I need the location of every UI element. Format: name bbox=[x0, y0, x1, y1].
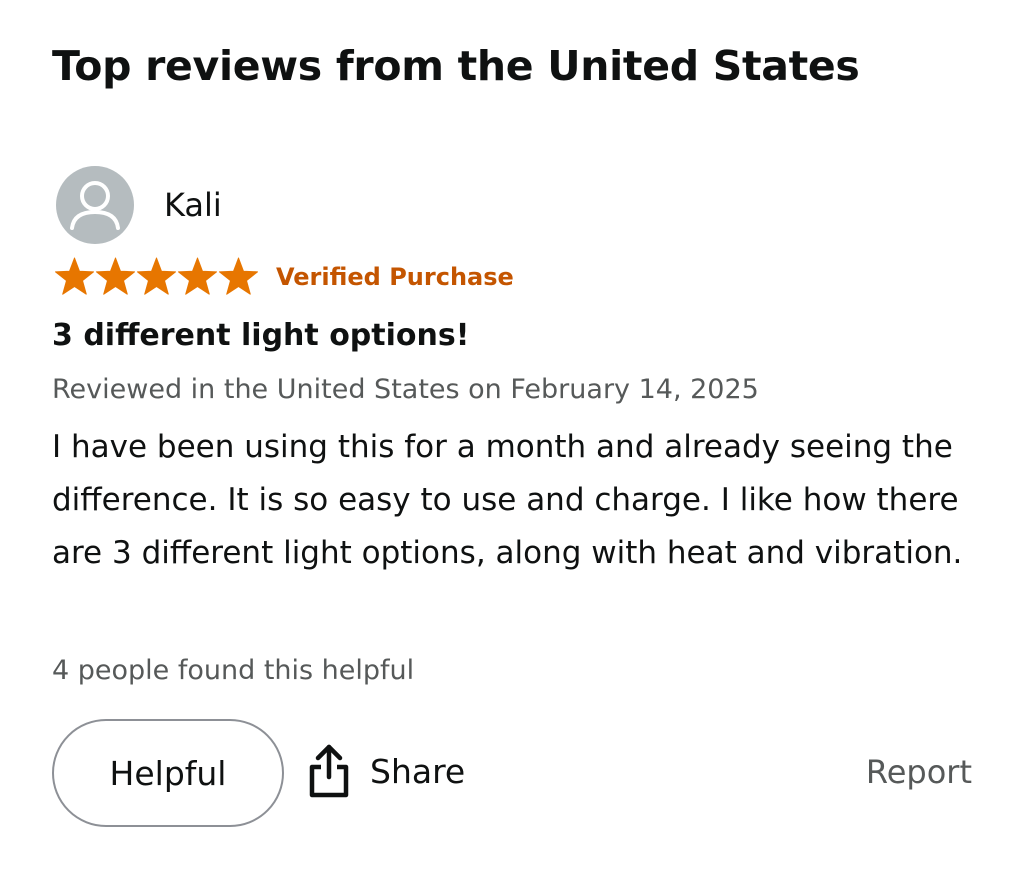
review-title[interactable]: 3 different light options! bbox=[52, 318, 469, 353]
review-date: Reviewed in the United States on Februar… bbox=[52, 374, 759, 405]
star-icon bbox=[54, 257, 95, 295]
reviewer: Kali bbox=[56, 166, 222, 244]
star-icon bbox=[136, 257, 177, 295]
star-icon bbox=[218, 257, 259, 295]
share-label: Share bbox=[370, 751, 466, 791]
star-icon bbox=[95, 257, 136, 295]
reviewer-name[interactable]: Kali bbox=[164, 186, 222, 224]
helpful-count: 4 people found this helpful bbox=[52, 655, 415, 686]
avatar[interactable] bbox=[56, 166, 134, 244]
report-link[interactable]: Report bbox=[866, 753, 972, 791]
person-silhouette-icon bbox=[70, 181, 120, 230]
section-title: Top reviews from the United States bbox=[52, 42, 860, 90]
verified-purchase-badge: Verified Purchase bbox=[276, 263, 514, 291]
star-rating[interactable] bbox=[54, 257, 259, 297]
rating-row: Verified Purchase bbox=[54, 257, 514, 297]
helpful-button[interactable]: Helpful bbox=[52, 719, 284, 827]
review-actions: Helpful Share Report bbox=[52, 719, 972, 827]
share-button[interactable]: Share bbox=[308, 743, 465, 799]
star-icon bbox=[177, 257, 218, 295]
review-body: I have been using this for a month and a… bbox=[52, 429, 963, 571]
share-upload-icon bbox=[309, 744, 349, 798]
